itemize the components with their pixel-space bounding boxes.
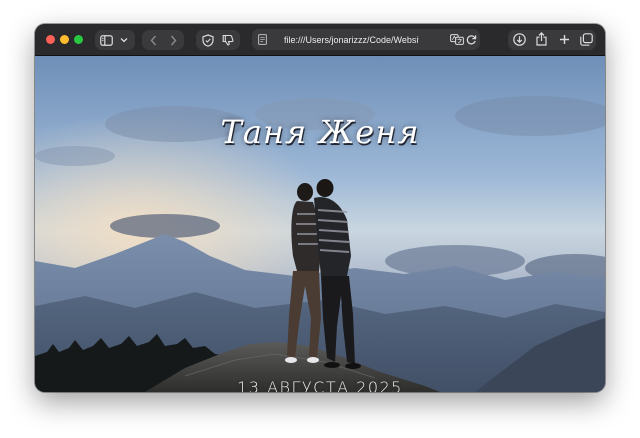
download-icon[interactable] [512, 32, 527, 47]
browser-toolbar: file:///Users/jonarizzz/Code/Website/jon… [35, 24, 605, 56]
minimize-window-button[interactable] [60, 35, 69, 44]
close-window-button[interactable] [46, 35, 55, 44]
browser-window: file:///Users/jonarizzz/Code/Website/jon… [35, 24, 605, 392]
page-icon [256, 33, 269, 46]
translate-icon[interactable] [450, 33, 464, 46]
wedding-date: 13 АВГУСТА 2025 [237, 378, 403, 392]
address-text[interactable]: file:///Users/jonarizzz/Code/Website/jon… [284, 33, 419, 47]
couple-names-title: Таня Женя [220, 113, 420, 151]
zoom-window-button[interactable] [74, 35, 83, 44]
reload-icon[interactable] [465, 33, 478, 46]
page-content: Таня Женя 13 АВГУСТА 2025 [35, 56, 605, 392]
sidebar-icon[interactable] [99, 33, 113, 47]
tabs-overview-icon[interactable] [579, 32, 594, 47]
chevron-down-icon[interactable] [119, 35, 129, 45]
address-bar[interactable]: file:///Users/jonarizzz/Code/Website/jon… [252, 29, 480, 50]
plus-icon[interactable] [557, 32, 572, 47]
thumbs-down-icon[interactable] [221, 33, 235, 47]
hero-photo [35, 56, 605, 392]
forward-icon[interactable] [166, 33, 180, 47]
back-icon[interactable] [146, 33, 160, 47]
share-icon[interactable] [534, 31, 549, 47]
shield-icon[interactable] [201, 33, 215, 47]
